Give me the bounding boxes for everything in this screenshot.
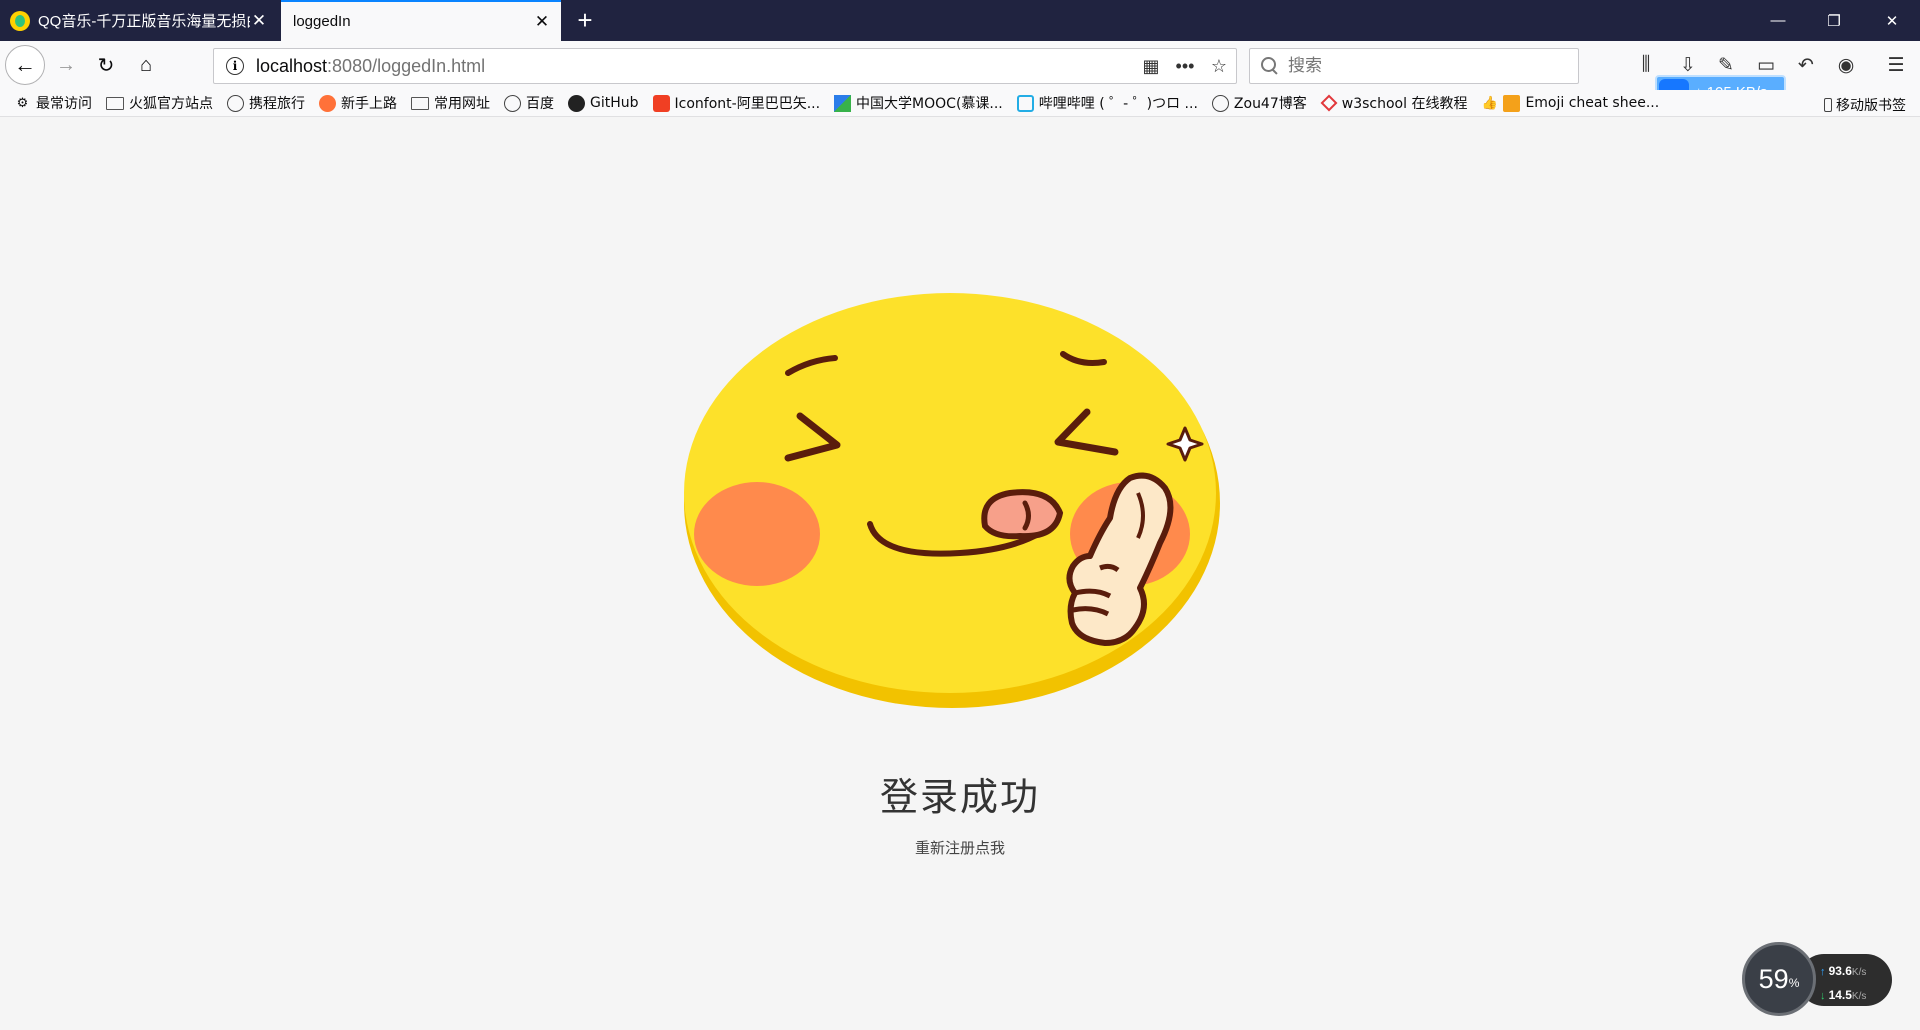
globe-icon [504, 94, 521, 112]
globe-icon [1211, 94, 1229, 112]
tab-title: QQ音乐-千万正版音乐海量无损曲库新歌热歌天天畅听的高品质音乐平台！ [38, 13, 250, 30]
thumbs-up-icon: 👍 [1481, 95, 1499, 111]
tab-loggedin[interactable]: loggedIn ✕ [281, 0, 561, 41]
bookmark-item[interactable]: GitHub [568, 94, 639, 112]
bookmark-item[interactable]: Iconfont-阿里巴巴矢... [652, 93, 820, 113]
reload-button[interactable]: ↻ [88, 47, 124, 83]
mobile-phone-icon [1824, 98, 1832, 112]
memory-usage-gauge: 59% [1742, 942, 1816, 1016]
close-window-button[interactable]: ✕ [1864, 0, 1920, 41]
qrcode-icon[interactable]: ▦ [1134, 49, 1168, 83]
mooc-icon [834, 94, 852, 112]
url-bar[interactable]: i localhost:8080/loggedIn.html ▦ ••• ☆ [213, 48, 1237, 84]
bookmark-item[interactable]: 👍 Emoji cheat shee... [1481, 94, 1659, 112]
tab-strip: QQ音乐-千万正版音乐海量无损曲库新歌热歌天天畅听的高品质音乐平台！ ✕ log… [0, 0, 1920, 41]
bookmark-item[interactable]: 新手上路 [319, 93, 397, 113]
download-speed-reading: 14.5K/s [1820, 984, 1892, 1008]
github-icon [568, 94, 585, 112]
gear-icon: ⚙ [16, 95, 29, 111]
undo-close-icon[interactable]: ↶ [1790, 49, 1822, 81]
bookmark-item[interactable]: w3school 在线教程 [1320, 93, 1467, 113]
back-button[interactable]: ← [5, 45, 45, 85]
search-bar[interactable] [1249, 48, 1579, 84]
page-content: 登录成功 重新注册点我 [0, 118, 1920, 1030]
bookmark-item[interactable]: 百度 [504, 93, 554, 113]
register-again-link[interactable]: 重新注册点我 [915, 839, 1005, 857]
folder-icon [411, 96, 429, 110]
login-success-heading: 登录成功 [879, 775, 1040, 819]
restore-button[interactable]: ❐ [1806, 0, 1862, 41]
bookmark-item[interactable]: 中国大学MOOC(慕课... [834, 93, 1003, 113]
globe-icon [227, 94, 244, 112]
forward-button[interactable]: → [48, 47, 84, 83]
bilibili-icon [1016, 94, 1034, 112]
bookmark-item[interactable]: 携程旅行 [227, 93, 305, 113]
tab-close-icon[interactable]: ✕ [250, 11, 268, 30]
url-text[interactable]: localhost:8080/loggedIn.html [256, 56, 1134, 77]
home-button[interactable]: ⌂ [128, 47, 164, 83]
register-again-link-wrapper: 重新注册点我 [0, 837, 1920, 858]
tab-qqmusic[interactable]: QQ音乐-千万正版音乐海量无损曲库新歌热歌天天畅听的高品质音乐平台！ ✕ [0, 0, 278, 41]
bookmark-item[interactable]: 哔哩哔哩 ( ゜- ゜)つロ ... [1016, 93, 1198, 113]
bookmark-item[interactable]: ⚙ 最常访问 [14, 93, 92, 113]
bookmark-item[interactable]: Zou47博客 [1211, 93, 1307, 113]
site-info-icon[interactable]: i [226, 57, 244, 75]
firefox-icon [319, 94, 336, 112]
navigation-toolbar: ← → ↻ ⌂ i localhost:8080/loggedIn.html ▦… [0, 41, 1920, 109]
folder-icon [106, 96, 124, 110]
mobile-bookmarks[interactable]: 移动版书签 [1824, 95, 1906, 115]
account-icon[interactable]: ◉ [1830, 49, 1862, 81]
new-tab-button[interactable]: + [570, 6, 600, 36]
thumbs-up-emoji-image [684, 293, 1220, 708]
bookmark-item[interactable]: 常用网址 [411, 93, 490, 113]
bookmark-item[interactable]: 火狐官方站点 [106, 93, 213, 113]
search-icon [1260, 56, 1280, 76]
menu-icon[interactable]: ☰ [1880, 49, 1912, 81]
bookmark-star-icon[interactable]: ☆ [1202, 49, 1236, 83]
bookmarks-toolbar: ⚙ 最常访问 火狐官方站点 携程旅行 新手上路 常用网址 百度 GitHub Ic… [0, 90, 1920, 117]
network-monitor-widget[interactable]: 93.6K/s 14.5K/s 59% [1742, 942, 1894, 1016]
w3school-icon [1320, 94, 1338, 112]
qqmusic-favicon-icon [10, 10, 30, 31]
gift-icon [1503, 94, 1521, 112]
minimize-button[interactable]: — [1750, 0, 1806, 41]
iconfont-icon [652, 94, 670, 112]
search-input[interactable] [1288, 56, 1548, 76]
tab-close-icon[interactable]: ✕ [533, 12, 551, 31]
tab-title: loggedIn [293, 13, 351, 30]
upload-speed: 93.6K/s [1820, 960, 1892, 984]
page-actions-icon[interactable]: ••• [1168, 49, 1202, 83]
